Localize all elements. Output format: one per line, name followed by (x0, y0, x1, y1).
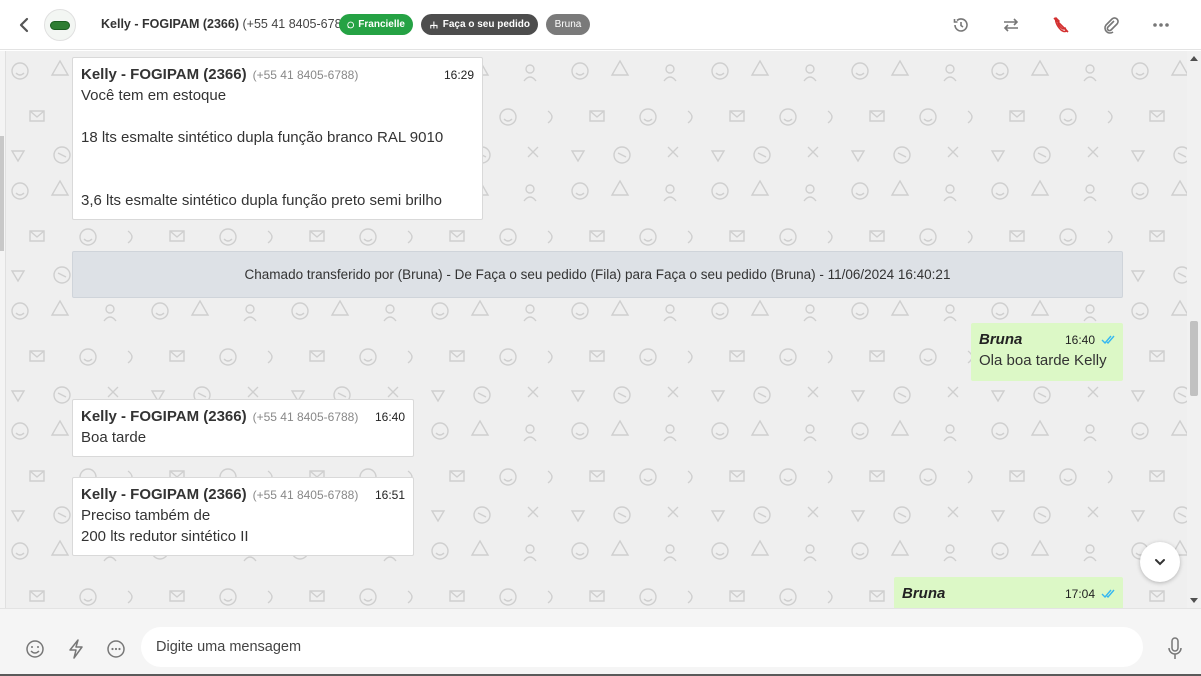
message-incoming[interactable]: Kelly - FOGIPAM (2366) (+55 41 8405-6788… (72, 477, 414, 556)
message-sender: Kelly - FOGIPAM (2366) (81, 486, 247, 503)
contact-phone: (+55 41 8405-6788) (242, 17, 353, 31)
message-incoming[interactable]: Kelly - FOGIPAM (2366) (+55 41 8405-6788… (72, 57, 483, 220)
attach-button[interactable] (1099, 13, 1123, 37)
more-button[interactable] (1149, 13, 1173, 37)
message-text: Ola boa tarde Kelly (979, 352, 1107, 369)
message-input[interactable] (156, 639, 1143, 655)
agent-tag[interactable]: Bruna (546, 14, 590, 35)
queue-tag-label: Faça o seu pedido (442, 19, 530, 30)
left-scrollbar-thumb[interactable] (0, 136, 4, 251)
company-logo (50, 20, 70, 30)
more-options-icon (107, 640, 125, 658)
message-header: Bruna 16:40 (979, 331, 1115, 348)
read-check-icon (1101, 335, 1115, 344)
chat-header: Kelly - FOGIPAM (2366) (+55 41 8405-6788… (0, 0, 1201, 50)
microphone-icon (1168, 637, 1182, 659)
message-sender-phone: (+55 41 8405-6788) (252, 68, 359, 82)
scrollbar-thumb[interactable] (1190, 321, 1198, 396)
read-check-icon (1101, 589, 1115, 598)
attach-icon (1104, 17, 1119, 34)
system-transfer-notice: Chamado transferido por (Bruna) - De Faç… (72, 251, 1123, 298)
agent-tag-label: Bruna (554, 19, 582, 30)
contact-name: Kelly - FOGIPAM (2366) (101, 17, 239, 31)
message-time: 17:04 (1064, 587, 1095, 601)
emoji-button[interactable] (24, 638, 46, 660)
scroll-to-bottom-button[interactable] (1140, 542, 1180, 582)
contact-title[interactable]: Kelly - FOGIPAM (2366) (+55 41 8405-6788… (101, 17, 353, 31)
end-call-button[interactable] (1049, 13, 1073, 37)
chat-scrollbar[interactable] (1187, 51, 1201, 608)
message-incoming[interactable]: Kelly - FOGIPAM (2366) (+55 41 8405-6788… (72, 399, 414, 457)
message-header: Kelly - FOGIPAM (2366) (+55 41 8405-6788… (81, 66, 474, 83)
transfer-button[interactable] (999, 13, 1023, 37)
left-scrollbar[interactable] (0, 51, 6, 608)
back-button[interactable] (14, 13, 34, 37)
message-outgoing[interactable]: Bruna 16:40 Ola boa tarde Kelly (971, 323, 1123, 381)
quick-reply-button[interactable] (65, 638, 87, 660)
whatsapp-icon (347, 21, 355, 28)
chat-area[interactable]: Kelly - FOGIPAM (2366) (+55 41 8405-6788… (0, 51, 1201, 608)
message-sender-phone: (+55 41 8405-6788) (252, 410, 359, 424)
transfer-icon (1003, 18, 1019, 32)
message-header: Bruna 17:04 (902, 585, 1115, 602)
message-text: Preciso também de 200 lts redutor sintét… (81, 507, 249, 545)
sitemap-icon (430, 20, 438, 29)
message-sender-phone: (+55 41 8405-6788) (252, 488, 359, 502)
message-text: Você tem em estoque 18 lts esmalte sinté… (81, 87, 444, 209)
message-sender: Kelly - FOGIPAM (2366) (81, 408, 247, 425)
emoji-icon (26, 640, 44, 658)
message-input-container[interactable] (141, 627, 1143, 667)
message-header: Kelly - FOGIPAM (2366) (+55 41 8405-6788… (81, 408, 405, 425)
message-time: 16:40 (374, 410, 405, 424)
voice-record-button[interactable] (1164, 637, 1186, 660)
queue-tag[interactable]: Faça o seu pedido (421, 14, 538, 35)
channel-tag[interactable]: Francielle (339, 14, 413, 35)
quick-reply-icon (69, 639, 83, 659)
message-time: 16:51 (374, 488, 405, 502)
message-sender: Bruna (979, 331, 1023, 348)
message-sender: Bruna (902, 585, 946, 602)
message-sender: Kelly - FOGIPAM (2366) (81, 66, 247, 83)
message-time: 16:29 (443, 68, 474, 82)
message-composer (0, 608, 1201, 676)
chevron-down-icon (1155, 559, 1165, 566)
message-outgoing[interactable]: Bruna 17:04 (894, 577, 1123, 608)
scroll-down-arrow[interactable] (1190, 598, 1198, 603)
history-button[interactable] (949, 13, 973, 37)
message-time: 16:40 (1064, 333, 1095, 347)
message-text: Boa tarde (81, 429, 147, 446)
system-notice-text: Chamado transferido por (Bruna) - De Faç… (244, 267, 951, 282)
message-header: Kelly - FOGIPAM (2366) (+55 41 8405-6788… (81, 486, 405, 503)
history-icon (953, 18, 968, 32)
back-icon (19, 17, 29, 33)
scroll-up-arrow[interactable] (1190, 56, 1198, 61)
end-call-icon (1053, 16, 1069, 33)
more-icon (1153, 23, 1169, 27)
channel-tag-label: Francielle (358, 19, 405, 30)
more-options-button[interactable] (105, 638, 127, 660)
contact-avatar[interactable] (44, 9, 76, 41)
